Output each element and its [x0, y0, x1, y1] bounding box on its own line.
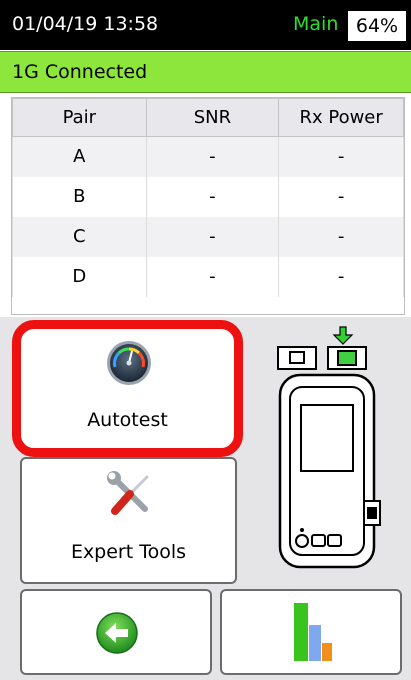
wrench-screwdriver-icon — [107, 471, 149, 515]
datetime: 01/04/19 13:58 — [12, 13, 159, 35]
autotest-label: Autotest — [87, 409, 168, 431]
column-header-rx-power: Rx Power — [278, 98, 404, 137]
status-bar: 01/04/19 13:58 Main 64% — [0, 0, 411, 50]
rx-power-cell: - — [278, 216, 404, 257]
link-status-text: 1G Connected — [12, 61, 148, 83]
column-header-snr: SNR — [145, 98, 280, 137]
snr-cell: - — [145, 176, 280, 217]
pair-table-panel: Pair SNR Rx Power A - - B - - C - - D - … — [11, 97, 405, 315]
back-button[interactable] — [20, 589, 212, 675]
rx-power-cell: - — [278, 256, 404, 297]
results-button[interactable] — [220, 589, 402, 675]
speedometer-gauge-icon — [107, 341, 151, 385]
table-row: D - - — [12, 256, 404, 297]
pair-cell: C — [12, 216, 147, 257]
column-header-pair: Pair — [12, 98, 147, 137]
tester-device-icon — [277, 326, 381, 569]
autotest-button[interactable]: Autotest — [12, 320, 243, 457]
expert-tools-button[interactable]: Expert Tools — [20, 457, 237, 584]
mode-label[interactable]: Main — [293, 13, 338, 35]
link-status-bar: 1G Connected — [0, 51, 411, 93]
snr-cell: - — [145, 216, 280, 257]
pair-cell: D — [12, 256, 147, 297]
pair-table: Pair SNR Rx Power A - - B - - C - - D - … — [12, 98, 404, 297]
pair-cell: B — [12, 176, 147, 217]
rx-power-cell: - — [278, 176, 404, 217]
table-row: A - - — [12, 136, 404, 177]
battery-level: 64% — [348, 11, 406, 41]
bar-chart-icon — [294, 603, 332, 661]
table-header-row: Pair SNR Rx Power — [12, 98, 404, 137]
back-arrow-icon — [96, 612, 138, 654]
snr-cell: - — [145, 256, 280, 297]
expert-tools-label: Expert Tools — [70, 541, 187, 563]
table-row: C - - — [12, 216, 404, 257]
table-row: B - - — [12, 176, 404, 217]
pair-cell: A — [12, 136, 147, 177]
rx-power-cell: - — [278, 136, 404, 177]
snr-cell: - — [145, 136, 280, 177]
